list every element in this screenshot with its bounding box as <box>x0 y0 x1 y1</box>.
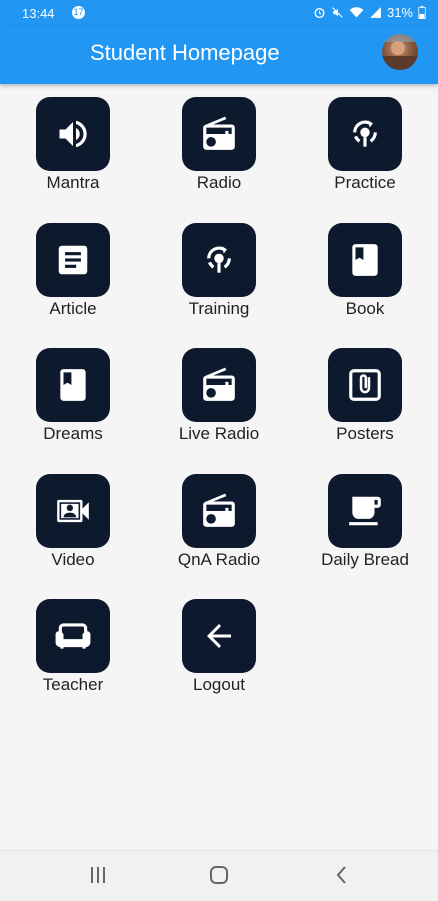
status-icons: 31% <box>313 5 426 20</box>
speaker-icon <box>59 120 87 148</box>
article-icon <box>58 245 88 275</box>
menu-tile-label: Radio <box>196 173 242 192</box>
menu-tile-button[interactable] <box>36 599 110 673</box>
menu-tile-button[interactable] <box>328 223 402 297</box>
menu-tile-book[interactable]: Book <box>292 223 438 343</box>
menu-tile-label: Practice <box>334 173 396 192</box>
app-bar: Student Homepage <box>0 26 438 84</box>
menu-tile-article[interactable]: Article <box>0 223 146 343</box>
menu-tile-button[interactable] <box>328 97 402 171</box>
menu-tile-practice[interactable]: Practice <box>292 97 438 217</box>
menu-tile-label: Daily Bread <box>321 550 409 569</box>
attachment-icon <box>349 369 381 401</box>
menu-tile-button[interactable] <box>182 474 256 548</box>
back-icon[interactable] <box>332 864 352 886</box>
menu-tile-label: Book <box>345 299 385 318</box>
menu-tile-logout[interactable]: Logout <box>146 599 292 719</box>
menu-tile-button[interactable] <box>36 348 110 422</box>
menu-tile-posters[interactable]: Posters <box>292 348 438 468</box>
menu-tile-mantra[interactable]: Mantra <box>0 97 146 217</box>
signal-icon <box>370 7 381 18</box>
avatar-image <box>382 34 418 70</box>
page-title: Student Homepage <box>90 40 280 65</box>
alarm-icon <box>314 8 325 19</box>
menu-tile-teacher[interactable]: Teacher <box>0 599 146 719</box>
menu-tile-label: QnA Radio <box>177 550 261 569</box>
notification-count-badge: 17 <box>72 6 85 19</box>
menu-tile-daily-bread[interactable]: Daily Bread <box>292 474 438 594</box>
menu-tile-button[interactable] <box>182 348 256 422</box>
menu-tile-label: Logout <box>193 675 245 694</box>
book-icon <box>60 369 86 401</box>
battery-percent: 31% <box>386 5 413 20</box>
arrow-left-icon <box>207 624 231 648</box>
cup-icon <box>349 496 381 526</box>
radio-icon <box>203 493 235 527</box>
menu-tile-button[interactable] <box>182 97 256 171</box>
home-icon[interactable] <box>208 864 230 886</box>
radio-icon <box>203 116 235 150</box>
system-nav-bar <box>0 850 438 901</box>
menu-tile-label: Article <box>49 299 97 318</box>
radio-icon <box>203 367 235 401</box>
menu-tile-label: Video <box>51 550 95 569</box>
couch-icon <box>55 623 91 649</box>
recent-apps-icon[interactable] <box>88 864 108 886</box>
menu-tile-button[interactable] <box>36 97 110 171</box>
practice-icon <box>353 120 377 147</box>
video-icon <box>57 499 89 523</box>
menu-tile-dreams[interactable]: Dreams <box>0 348 146 468</box>
battery-icon <box>418 6 426 19</box>
menu-tile-label: Mantra <box>46 173 100 192</box>
menu-tile-training[interactable]: Training <box>146 223 292 343</box>
wifi-icon <box>349 7 364 18</box>
menu-tile-button[interactable] <box>36 474 110 548</box>
avatar[interactable] <box>382 34 418 70</box>
menu-tile-video[interactable]: Video <box>0 474 146 594</box>
menu-tile-label: Dreams <box>43 424 103 443</box>
mute-icon <box>332 7 343 18</box>
menu-tile-label: Training <box>188 299 250 318</box>
menu-tile-button[interactable] <box>182 599 256 673</box>
training-icon <box>207 246 231 273</box>
menu-tile-button[interactable] <box>328 474 402 548</box>
menu-tile-button[interactable] <box>182 223 256 297</box>
book-icon <box>352 244 378 276</box>
menu-tile-qna-radio[interactable]: QnA Radio <box>146 474 292 594</box>
menu-tile-label: Posters <box>336 424 394 443</box>
menu-tile-live-radio[interactable]: Live Radio <box>146 348 292 468</box>
status-bar: 13:44 17 31% <box>0 0 438 26</box>
menu-tile-button[interactable] <box>328 348 402 422</box>
status-time: 13:44 <box>22 6 55 21</box>
menu-tile-label: Teacher <box>42 675 104 694</box>
menu-tile-radio[interactable]: Radio <box>146 97 292 217</box>
menu-tile-label: Live Radio <box>178 424 260 443</box>
menu-tile-button[interactable] <box>36 223 110 297</box>
